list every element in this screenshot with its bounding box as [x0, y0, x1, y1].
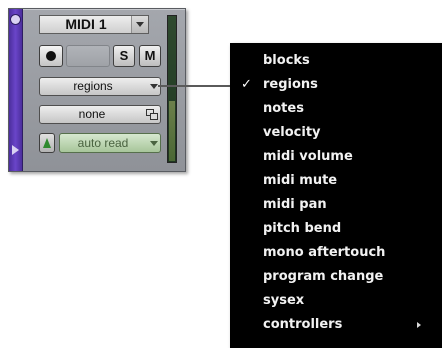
menu-item-controllers[interactable]: controllers: [230, 313, 442, 337]
automation-mode-value: auto read: [77, 136, 129, 150]
menu-item-label: sysex: [263, 293, 305, 308]
menu-item-velocity[interactable]: velocity: [230, 121, 442, 145]
menu-item-sysex[interactable]: sysex: [230, 289, 442, 313]
mute-button[interactable]: M: [139, 45, 161, 67]
menu-item-program-change[interactable]: program change: [230, 265, 442, 289]
callout-connector-line: [158, 85, 232, 87]
menu-item-midi-pan[interactable]: midi pan: [230, 193, 442, 217]
track-name-dropdown[interactable]: [131, 16, 148, 33]
menu-item-label: midi volume: [263, 149, 353, 164]
track-view-selector[interactable]: regions: [39, 77, 161, 96]
menu-item-label: regions: [263, 77, 318, 92]
menu-item-label: velocity: [263, 125, 321, 140]
menu-item-label: midi mute: [263, 173, 338, 188]
playlist-selector[interactable]: none: [39, 105, 161, 124]
automation-mode-icon: [43, 138, 51, 148]
screenshot-canvas: MIDI 1 S M regions none auto read blocks…: [0, 0, 442, 348]
midi-track-header: MIDI 1 S M regions none auto read: [8, 8, 186, 172]
track-select-icon[interactable]: [11, 15, 20, 24]
input-monitor-button[interactable]: [66, 45, 110, 67]
chevron-down-icon: [150, 141, 158, 146]
menu-item-label: mono aftertouch: [263, 245, 386, 260]
playlist-icon: [146, 109, 158, 120]
menu-item-pitch-bend[interactable]: pitch bend: [230, 217, 442, 241]
meter-level: [169, 101, 175, 161]
record-enable-icon: [46, 51, 56, 61]
menu-item-midi-volume[interactable]: midi volume: [230, 145, 442, 169]
menu-item-label: controllers: [263, 317, 343, 332]
track-view-value: regions: [73, 79, 113, 93]
menu-item-mono-aftertouch[interactable]: mono aftertouch: [230, 241, 442, 265]
track-view-menu: blocks ✓ regions notes velocity midi vol…: [230, 43, 442, 348]
menu-item-label: midi pan: [263, 197, 327, 212]
track-name[interactable]: MIDI 1: [40, 16, 132, 33]
playlist-value: none: [78, 107, 106, 121]
track-name-field[interactable]: MIDI 1: [39, 15, 149, 34]
menu-item-midi-mute[interactable]: midi mute: [230, 169, 442, 193]
track-color-strip[interactable]: [9, 9, 23, 171]
menu-item-blocks[interactable]: blocks: [230, 49, 442, 73]
automation-mode-selector[interactable]: auto read: [59, 133, 161, 153]
automation-button[interactable]: [39, 133, 55, 153]
expand-triangle-icon[interactable]: [12, 145, 19, 155]
solo-button[interactable]: S: [113, 45, 135, 67]
chevron-down-icon: [136, 22, 144, 27]
menu-item-label: blocks: [263, 53, 310, 68]
track-level-meter: [167, 15, 177, 163]
checkmark-icon: ✓: [241, 77, 252, 92]
menu-item-label: notes: [263, 101, 304, 116]
chevron-down-icon: [150, 84, 158, 89]
menu-item-label: pitch bend: [263, 221, 342, 236]
menu-item-notes[interactable]: notes: [230, 97, 442, 121]
record-enable-button[interactable]: [39, 45, 63, 67]
menu-item-label: program change: [263, 269, 384, 284]
menu-item-regions[interactable]: ✓ regions: [230, 73, 442, 97]
chevron-right-icon: [417, 322, 421, 328]
